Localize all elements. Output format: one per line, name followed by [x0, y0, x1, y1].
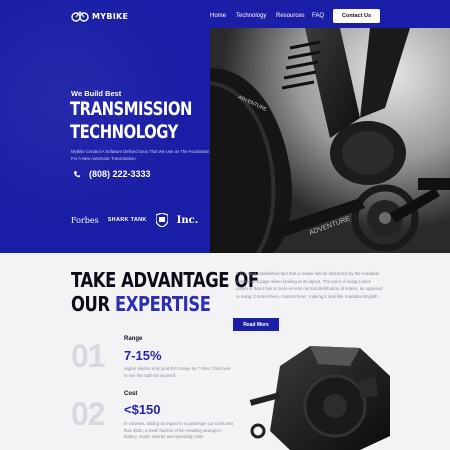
inc-logo: Inc. — [176, 214, 199, 226]
phone-icon — [74, 170, 80, 177]
bike-logo-icon — [71, 11, 89, 22]
nav-link-faq[interactable]: FAQ — [312, 13, 324, 19]
logo[interactable]: MYBIKE — [71, 9, 128, 23]
heading-word-our: OUR — [71, 292, 110, 316]
phone-row[interactable]: (808) 222-3333 — [74, 169, 151, 179]
feature-title-range: Range — [124, 336, 143, 342]
expertise-heading-line1: TAKE ADVANTAGE OF — [71, 268, 259, 292]
feature-desc-cost: In volumes, adding an Ingear to a passen… — [124, 421, 234, 439]
hero-eyebrow: We Build Best — [71, 89, 122, 98]
read-more-button[interactable]: Read More — [233, 318, 279, 331]
nav-link-home[interactable]: Home — [210, 13, 226, 19]
motor-product-image — [249, 346, 390, 450]
heading-word-expertise: EXPERTISE — [114, 292, 211, 316]
shield-badge-icon — [155, 213, 168, 227]
logo-text: MYBIKE — [92, 11, 129, 21]
expertise-paragraph: It is a long established fact that a rea… — [236, 271, 383, 299]
top-navigation: MYBIKE Home Technology Resources FAQ Con… — [0, 0, 450, 32]
feature-value-cost: <$150 — [124, 402, 161, 417]
shark-tank-logo: SHARK TANK — [107, 217, 147, 223]
feature-number-01: 01 — [71, 338, 106, 374]
ebike-photo: ADVENTURE ADVENTURE — [210, 28, 450, 253]
feature-number-02: 02 — [71, 396, 106, 432]
press-logos: Forbes SHARK TANK Inc. — [71, 213, 198, 227]
hero-title-line2: TECHNOLOGY — [70, 121, 178, 143]
hero-subtitle: MyBike Created A Software Defined Gear T… — [71, 149, 210, 161]
expertise-heading-line2: OUR EXPERTISE — [71, 292, 211, 316]
feature-title-cost: Cost — [124, 391, 138, 397]
nav-link-resources[interactable]: Resources — [276, 13, 305, 19]
hero-section: ADVENTURE ADVENTURE MYBIKE Home Technolo… — [0, 0, 450, 253]
forbes-logo: Forbes — [71, 215, 99, 225]
feature-desc-range: Higher electric only (and EV's range by … — [124, 366, 231, 378]
contact-us-button[interactable]: Contact Us — [333, 9, 380, 23]
nav-link-technology[interactable]: Technology — [236, 13, 266, 19]
phone-number[interactable]: (808) 222-3333 — [89, 169, 151, 179]
hero-title-line1: TRANSMISSION — [70, 98, 192, 120]
feature-value-range: 7-15% — [124, 348, 162, 363]
